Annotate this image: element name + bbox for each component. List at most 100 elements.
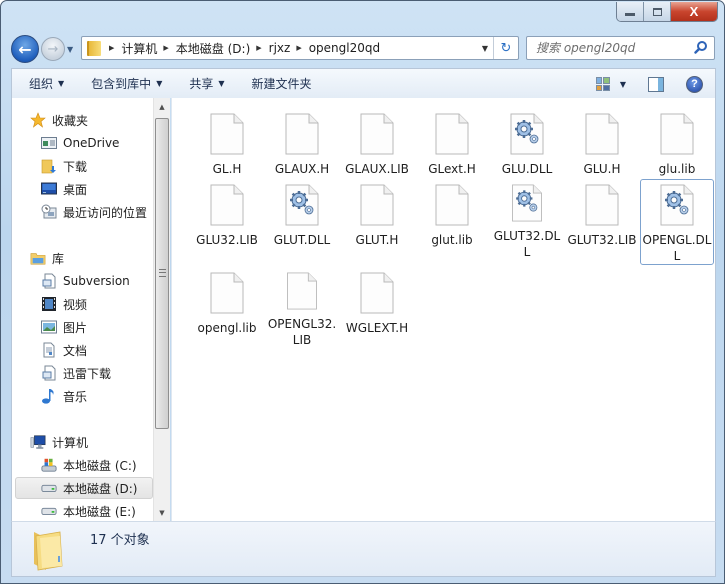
file-icon bbox=[435, 113, 469, 155]
breadcrumb-arrow-icon[interactable]: ▶ bbox=[296, 44, 301, 52]
file-name: OPENGL.DLL bbox=[642, 233, 712, 263]
nav-item-library[interactable]: 迅雷下载 bbox=[41, 362, 111, 384]
nav-item-library[interactable]: 文档 bbox=[41, 339, 87, 361]
toolbar-button-0[interactable]: 组织 ▼ bbox=[19, 73, 74, 95]
file-item[interactable]: glu.lib bbox=[640, 108, 714, 190]
file-item[interactable]: GLAUX.LIB bbox=[340, 108, 414, 190]
nav-item-drive[interactable]: 本地磁盘 (E:) bbox=[41, 500, 136, 521]
nav-item-label: Subversion bbox=[63, 274, 130, 288]
file-item[interactable]: GLUT.DLL bbox=[265, 179, 339, 261]
recent-pages-dropdown[interactable]: ▼ bbox=[67, 45, 73, 54]
nav-item-favorite[interactable]: 桌面 bbox=[41, 178, 87, 200]
nav-libraries[interactable]: 库 bbox=[30, 247, 64, 269]
nav-item-label: 库 bbox=[52, 251, 65, 266]
nav-item-drive[interactable]: 本地磁盘 (D:) bbox=[15, 477, 153, 499]
nav-item-label: 收藏夹 bbox=[52, 113, 89, 128]
toolbar-button-label: 共享 bbox=[189, 77, 214, 91]
folder-icon bbox=[87, 40, 101, 56]
breadcrumb-arrow-icon[interactable]: ▶ bbox=[256, 44, 261, 52]
file-name: GLU.DLL bbox=[501, 162, 553, 176]
file-name: GLU.H bbox=[583, 162, 621, 176]
close-button[interactable]: X bbox=[671, 2, 717, 21]
navigation-pane: 收藏夹 OneDrive 下载桌面最近访问的位置库 Subversion 视频图片文档迅… bbox=[11, 98, 153, 521]
navigation-pane-scrollbar[interactable]: ▲ ▼ bbox=[153, 98, 170, 521]
refresh-button[interactable]: ↻ bbox=[493, 37, 518, 59]
file-item[interactable]: GLU.H bbox=[565, 108, 639, 190]
file-item[interactable]: GL.H bbox=[190, 108, 264, 190]
nav-item-label: 文档 bbox=[63, 343, 88, 358]
pictures-icon bbox=[41, 319, 57, 335]
file-icon bbox=[435, 184, 469, 226]
nav-item-favorite[interactable]: 下载 bbox=[41, 155, 87, 177]
file-name: GLAUX.H bbox=[274, 162, 330, 176]
nav-computer[interactable]: 计算机 bbox=[30, 431, 88, 453]
scroll-up-button[interactable]: ▲ bbox=[154, 98, 170, 115]
breadcrumb-item[interactable]: ▶ opengl20qd bbox=[296, 41, 380, 55]
address-dropdown-button[interactable]: ▼ bbox=[482, 44, 488, 53]
nav-item-label: 下载 bbox=[63, 159, 88, 174]
library-doc-icon bbox=[41, 365, 57, 381]
file-icon bbox=[360, 113, 394, 155]
help-button[interactable]: ? bbox=[686, 75, 703, 93]
drive-icon bbox=[41, 480, 57, 496]
file-item[interactable]: WGLEXT.H bbox=[340, 267, 414, 349]
file-icon bbox=[210, 272, 244, 314]
file-item[interactable]: GLext.H bbox=[415, 108, 489, 190]
nav-item-library[interactable]: 视频 bbox=[41, 293, 87, 315]
file-item[interactable]: GLAUX.H bbox=[265, 108, 339, 190]
folder-icon bbox=[34, 531, 63, 571]
address-bar[interactable]: ▶ 计算机 ▶ 本地磁盘 (D:) ▶ rjxz ▶ opengl20qd ▼ ↻ bbox=[81, 36, 519, 60]
file-item[interactable]: GLUT32.DLL bbox=[490, 179, 564, 261]
help-icon: ? bbox=[691, 78, 698, 90]
file-name: GLUT.H bbox=[355, 233, 399, 247]
file-item[interactable]: GLUT32.LIB bbox=[565, 179, 639, 261]
file-name: GLext.H bbox=[428, 162, 476, 176]
breadcrumb-item[interactable]: ▶ 本地磁盘 (D:) bbox=[163, 40, 250, 57]
chevron-down-icon: ▼ bbox=[156, 79, 163, 88]
nav-item-label: 最近访问的位置 bbox=[63, 205, 148, 220]
file-name: GLAUX.LIB bbox=[345, 162, 409, 176]
nav-item-library[interactable]: 图片 bbox=[41, 316, 87, 338]
system-drive-icon bbox=[41, 457, 57, 473]
scroll-down-button[interactable]: ▼ bbox=[154, 504, 170, 521]
nav-item-favorite[interactable]: OneDrive bbox=[41, 132, 119, 154]
file-name: GLU32.LIB bbox=[196, 233, 258, 247]
file-icon bbox=[585, 184, 619, 226]
back-button[interactable]: ← bbox=[11, 35, 39, 63]
search-input[interactable] bbox=[536, 41, 686, 55]
toolbar-button-2[interactable]: 共享 ▼ bbox=[179, 73, 234, 95]
file-icon bbox=[210, 184, 244, 226]
nav-item-drive[interactable]: 本地磁盘 (C:) bbox=[41, 454, 137, 476]
forward-button[interactable]: → bbox=[41, 37, 65, 61]
breadcrumb-arrow-icon[interactable]: ▶ bbox=[109, 44, 114, 52]
file-name: GLUT.DLL bbox=[273, 233, 331, 247]
nav-favorites[interactable]: 收藏夹 bbox=[30, 109, 88, 131]
file-item[interactable]: GLU32.LIB bbox=[190, 179, 264, 261]
toolbar-button-3[interactable]: 新建文件夹 bbox=[242, 73, 322, 95]
file-item[interactable]: OPENGL32.LIB bbox=[265, 267, 339, 349]
dll-gear-icon bbox=[660, 184, 694, 226]
file-item[interactable]: OPENGL.DLL bbox=[640, 179, 714, 265]
nav-item-library[interactable]: Subversion bbox=[41, 270, 130, 292]
file-item[interactable]: GLU.DLL bbox=[490, 108, 564, 190]
scrollbar-thumb[interactable] bbox=[155, 118, 169, 429]
minimize-icon bbox=[625, 13, 635, 16]
minimize-button[interactable] bbox=[617, 2, 644, 21]
nav-item-library[interactable]: 音乐 bbox=[41, 385, 87, 407]
breadcrumb-item[interactable]: ▶ 计算机 bbox=[109, 40, 157, 57]
view-options-dropdown[interactable]: ▼ bbox=[620, 80, 626, 89]
search-icon[interactable] bbox=[694, 40, 708, 54]
breadcrumb-arrow-icon[interactable]: ▶ bbox=[163, 44, 168, 52]
refresh-icon: ↻ bbox=[500, 40, 512, 56]
nav-item-favorite[interactable]: 最近访问的位置 bbox=[41, 201, 147, 223]
maximize-button[interactable] bbox=[644, 2, 671, 21]
preview-pane-button[interactable] bbox=[648, 76, 664, 92]
breadcrumb-item[interactable]: ▶ rjxz bbox=[256, 41, 290, 55]
nav-item-label: 图片 bbox=[63, 320, 88, 335]
drive-icon bbox=[41, 503, 57, 519]
file-item[interactable]: GLUT.H bbox=[340, 179, 414, 261]
file-item[interactable]: opengl.lib bbox=[190, 267, 264, 349]
change-view-icon[interactable] bbox=[595, 77, 610, 91]
file-item[interactable]: glut.lib bbox=[415, 179, 489, 261]
toolbar-button-1[interactable]: 包含到库中 ▼ bbox=[81, 73, 172, 95]
